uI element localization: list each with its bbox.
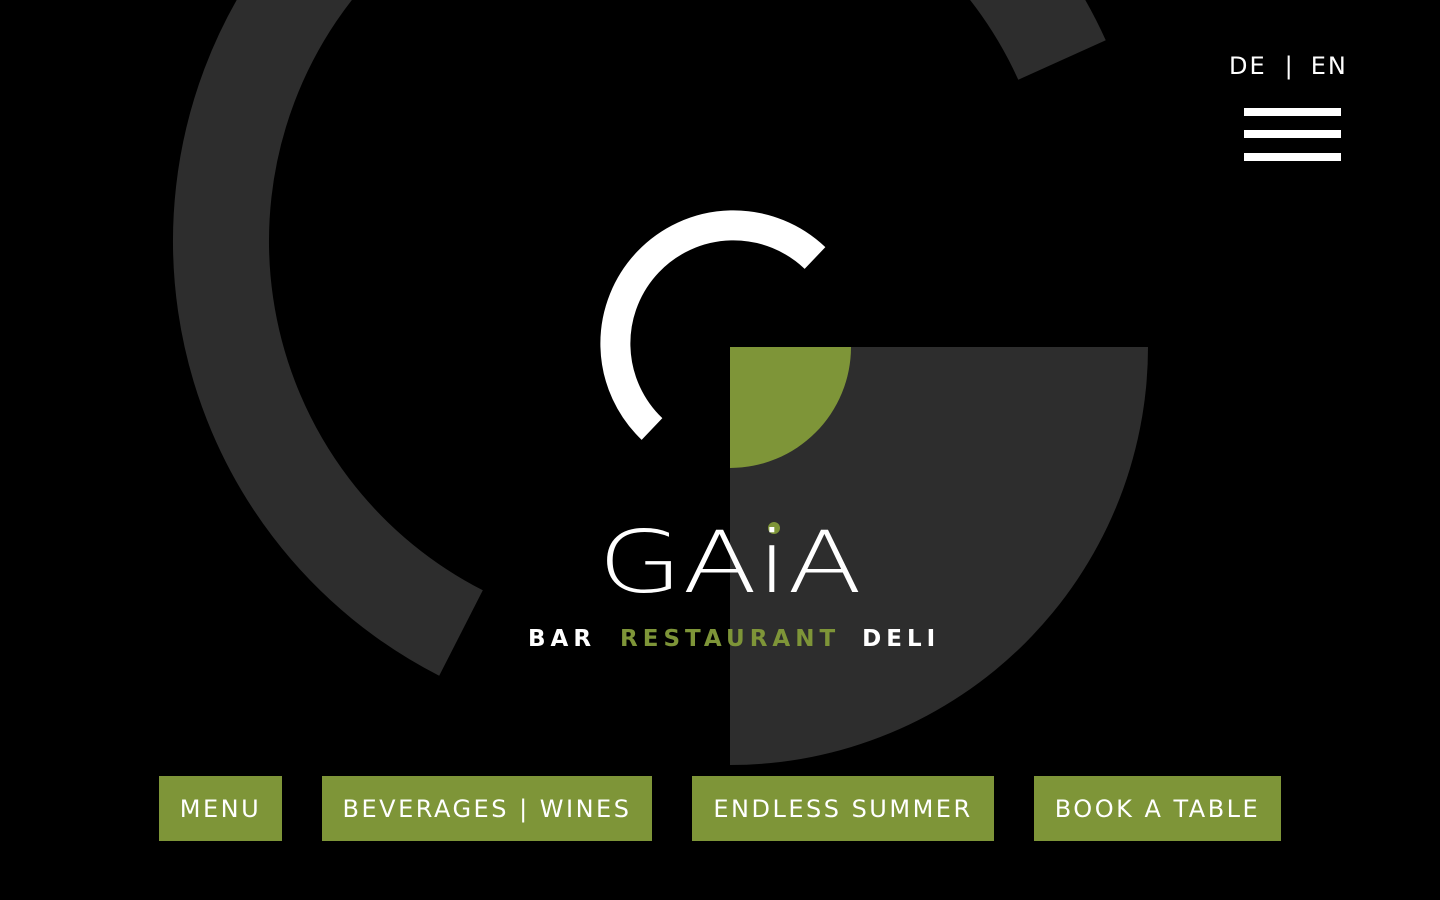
lang-de-link[interactable]: DE bbox=[1229, 52, 1267, 80]
brand-name: GAiA bbox=[598, 513, 862, 608]
tagline-restaurant: RESTAURANT bbox=[620, 626, 841, 652]
page: DE | EN GAiA BAR RESTAURANT DELI MENU BEVE… bbox=[0, 0, 1440, 900]
brand-logo-text: GAiA bbox=[598, 513, 862, 608]
hamburger-line bbox=[1244, 130, 1341, 138]
tagline-bar: BAR bbox=[528, 626, 597, 652]
tagline-deli: DELI bbox=[862, 626, 941, 652]
hamburger-line bbox=[1244, 153, 1341, 161]
hamburger-icon[interactable] bbox=[1244, 108, 1341, 161]
lang-en-link[interactable]: EN bbox=[1311, 52, 1348, 80]
background-g-graphic bbox=[172, 0, 1148, 765]
book-a-table-button[interactable]: BOOK A TABLE bbox=[1034, 776, 1281, 841]
beverages-wines-button[interactable]: BEVERAGES | WINES bbox=[322, 776, 652, 841]
lang-separator: | bbox=[1284, 52, 1295, 80]
menu-button[interactable]: MENU bbox=[159, 776, 282, 841]
hamburger-line bbox=[1244, 108, 1341, 116]
tagline: BAR RESTAURANT DELI bbox=[528, 626, 940, 652]
language-switcher: DE | EN bbox=[1229, 52, 1348, 80]
endless-summer-button[interactable]: ENDLESS SUMMER bbox=[692, 776, 994, 841]
